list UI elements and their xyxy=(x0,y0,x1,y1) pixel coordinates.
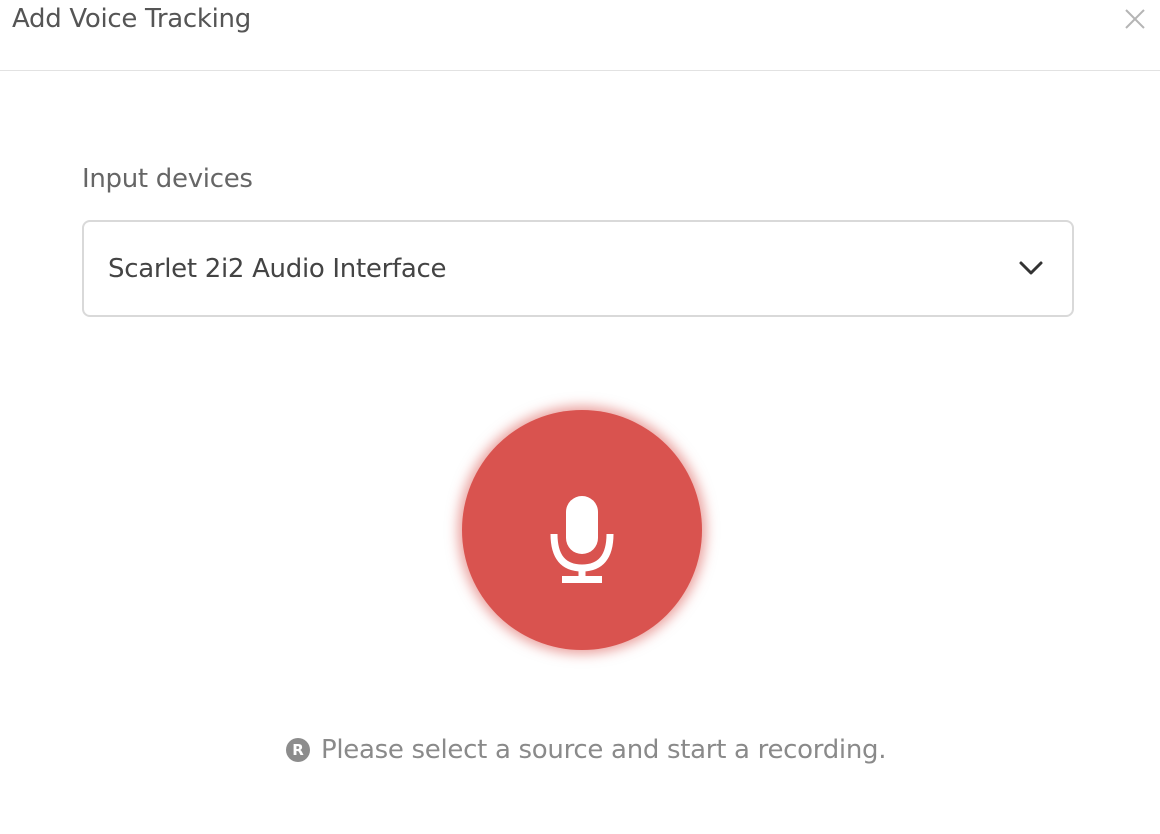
close-icon xyxy=(1125,9,1145,29)
dialog-header: Add Voice Tracking xyxy=(0,0,1160,71)
dialog-title: Add Voice Tracking xyxy=(12,4,251,34)
close-button[interactable] xyxy=(1122,6,1148,32)
voice-tracking-dialog: Add Voice Tracking Input devices Scarlet… xyxy=(0,0,1160,834)
microphone-icon xyxy=(550,496,614,583)
record-badge-icon: R xyxy=(286,738,310,762)
status-text: Please select a source and start a recor… xyxy=(321,735,887,765)
input-devices-label: Input devices xyxy=(82,164,253,194)
chevron-down-icon xyxy=(1019,261,1043,275)
record-button[interactable] xyxy=(462,410,702,650)
selected-device: Scarlet 2i2 Audio Interface xyxy=(108,254,447,284)
input-device-select[interactable]: Scarlet 2i2 Audio Interface xyxy=(82,220,1074,317)
status-message: R Please select a source and start a rec… xyxy=(286,732,886,768)
